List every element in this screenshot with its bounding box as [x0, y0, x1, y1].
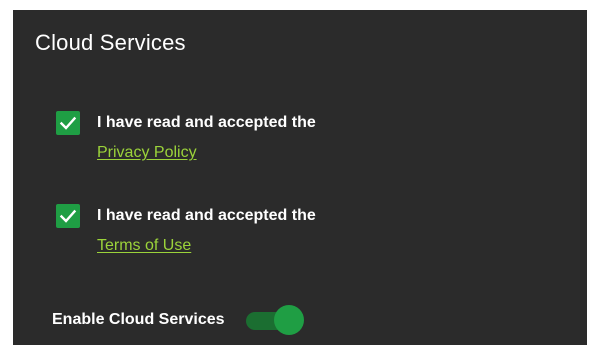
cloud-services-panel: Cloud Services I have read and accepted … — [13, 10, 587, 345]
toggle-thumb[interactable] — [273, 305, 304, 335]
checkmark-icon — [59, 116, 77, 130]
terms-of-use-checkbox[interactable] — [56, 204, 80, 228]
panel-title: Cloud Services — [35, 30, 186, 55]
privacy-policy-checkbox[interactable] — [56, 111, 80, 135]
checkmark-icon — [59, 209, 77, 223]
terms-of-use-link[interactable]: Terms of Use — [97, 237, 191, 255]
enable-cloud-services-label: Enable Cloud Services — [52, 311, 225, 328]
privacy-policy-link[interactable]: Privacy Policy — [97, 144, 197, 162]
privacy-policy-consent-text: I have read and accepted the — [97, 114, 316, 131]
enable-cloud-services-row: Enable Cloud Services — [52, 304, 306, 336]
terms-of-use-consent-text: I have read and accepted the — [97, 207, 316, 224]
enable-cloud-services-toggle[interactable] — [245, 304, 306, 336]
